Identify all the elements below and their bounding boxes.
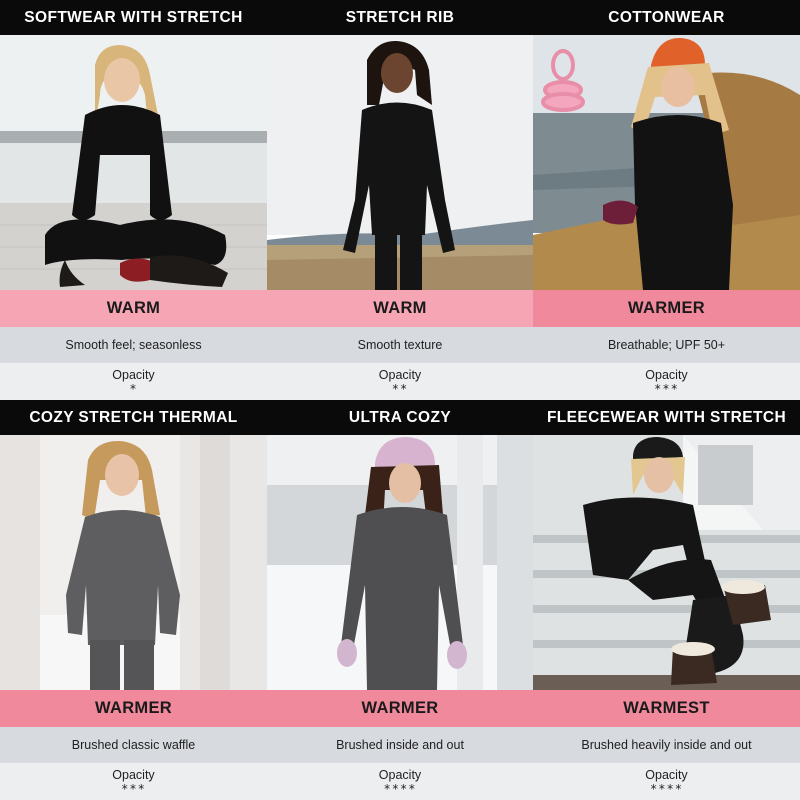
opacity-label: Opacity <box>645 368 688 382</box>
opacity-stars: **** <box>383 782 417 796</box>
product-card-cottonwear[interactable]: COTTONWEAR WARMER Breathable; UPF 50+ Op… <box>533 0 800 400</box>
feature-description: Smooth texture <box>267 327 533 363</box>
warmth-rating: WARMER <box>533 290 800 327</box>
feature-description: Brushed heavily inside and out <box>533 727 800 763</box>
product-title: SOFTWEAR WITH STRETCH <box>0 0 267 35</box>
opacity-rating: Opacity **** <box>267 763 533 800</box>
opacity-rating: Opacity ** <box>267 363 533 400</box>
warmth-rating: WARMER <box>0 690 267 727</box>
feature-description: Breathable; UPF 50+ <box>533 327 800 363</box>
feature-description: Brushed inside and out <box>267 727 533 763</box>
feature-description: Brushed classic waffle <box>0 727 267 763</box>
opacity-label: Opacity <box>112 768 155 782</box>
product-comparison-grid: SOFTWEAR WITH STRETCH WARM Smooth feel; … <box>0 0 800 800</box>
woman-standing-lakeside-photo <box>267 35 533 290</box>
product-title: ULTRA COZY <box>267 400 533 435</box>
woman-sitting-cross-legged-photo <box>0 35 267 290</box>
opacity-label: Opacity <box>378 368 422 382</box>
product-title: COTTONWEAR <box>533 0 800 35</box>
product-card-softwear[interactable]: SOFTWEAR WITH STRETCH WARM Smooth feel; … <box>0 0 267 400</box>
opacity-stars: *** <box>121 782 146 796</box>
opacity-stars: * <box>129 382 138 396</box>
product-card-fleecewear-with-stretch[interactable]: FLEECEWEAR WITH STRETCH WARMEST Brushed … <box>533 400 800 800</box>
opacity-label: Opacity <box>378 768 422 782</box>
opacity-rating: Opacity *** <box>533 363 800 400</box>
feature-description: Smooth feel; seasonless <box>0 327 267 363</box>
product-title: FLEECEWEAR WITH STRETCH <box>533 400 800 435</box>
opacity-stars: ** <box>391 382 409 396</box>
opacity-label: Opacity <box>112 368 155 382</box>
warmth-rating: WARMEST <box>533 690 800 727</box>
warmth-rating: WARMER <box>267 690 533 727</box>
product-card-ultra-cozy[interactable]: ULTRA COZY WARMER Brushed inside and out… <box>267 400 533 800</box>
opacity-rating: Opacity **** <box>533 763 800 800</box>
product-card-cozy-stretch-thermal[interactable]: COZY STRETCH THERMAL WARMER Brushed clas… <box>0 400 267 800</box>
opacity-stars: *** <box>654 382 679 396</box>
warmth-rating: WARM <box>267 290 533 327</box>
product-title: STRETCH RIB <box>267 0 533 35</box>
product-title: COZY STRETCH THERMAL <box>0 400 267 435</box>
product-card-stretch-rib[interactable]: STRETCH RIB WARM Smooth texture Opacity … <box>267 0 533 400</box>
opacity-rating: Opacity * <box>0 363 267 400</box>
opacity-stars: **** <box>650 782 683 796</box>
opacity-label: Opacity <box>645 768 688 782</box>
woman-gray-thermal-porch-photo <box>0 435 267 690</box>
woman-sitting-steps-boots-photo <box>533 435 800 690</box>
woman-orange-beanie-photo <box>533 35 800 290</box>
woman-pink-beanie-snow-photo <box>267 435 533 690</box>
opacity-rating: Opacity *** <box>0 763 267 800</box>
warmth-rating: WARM <box>0 290 267 327</box>
